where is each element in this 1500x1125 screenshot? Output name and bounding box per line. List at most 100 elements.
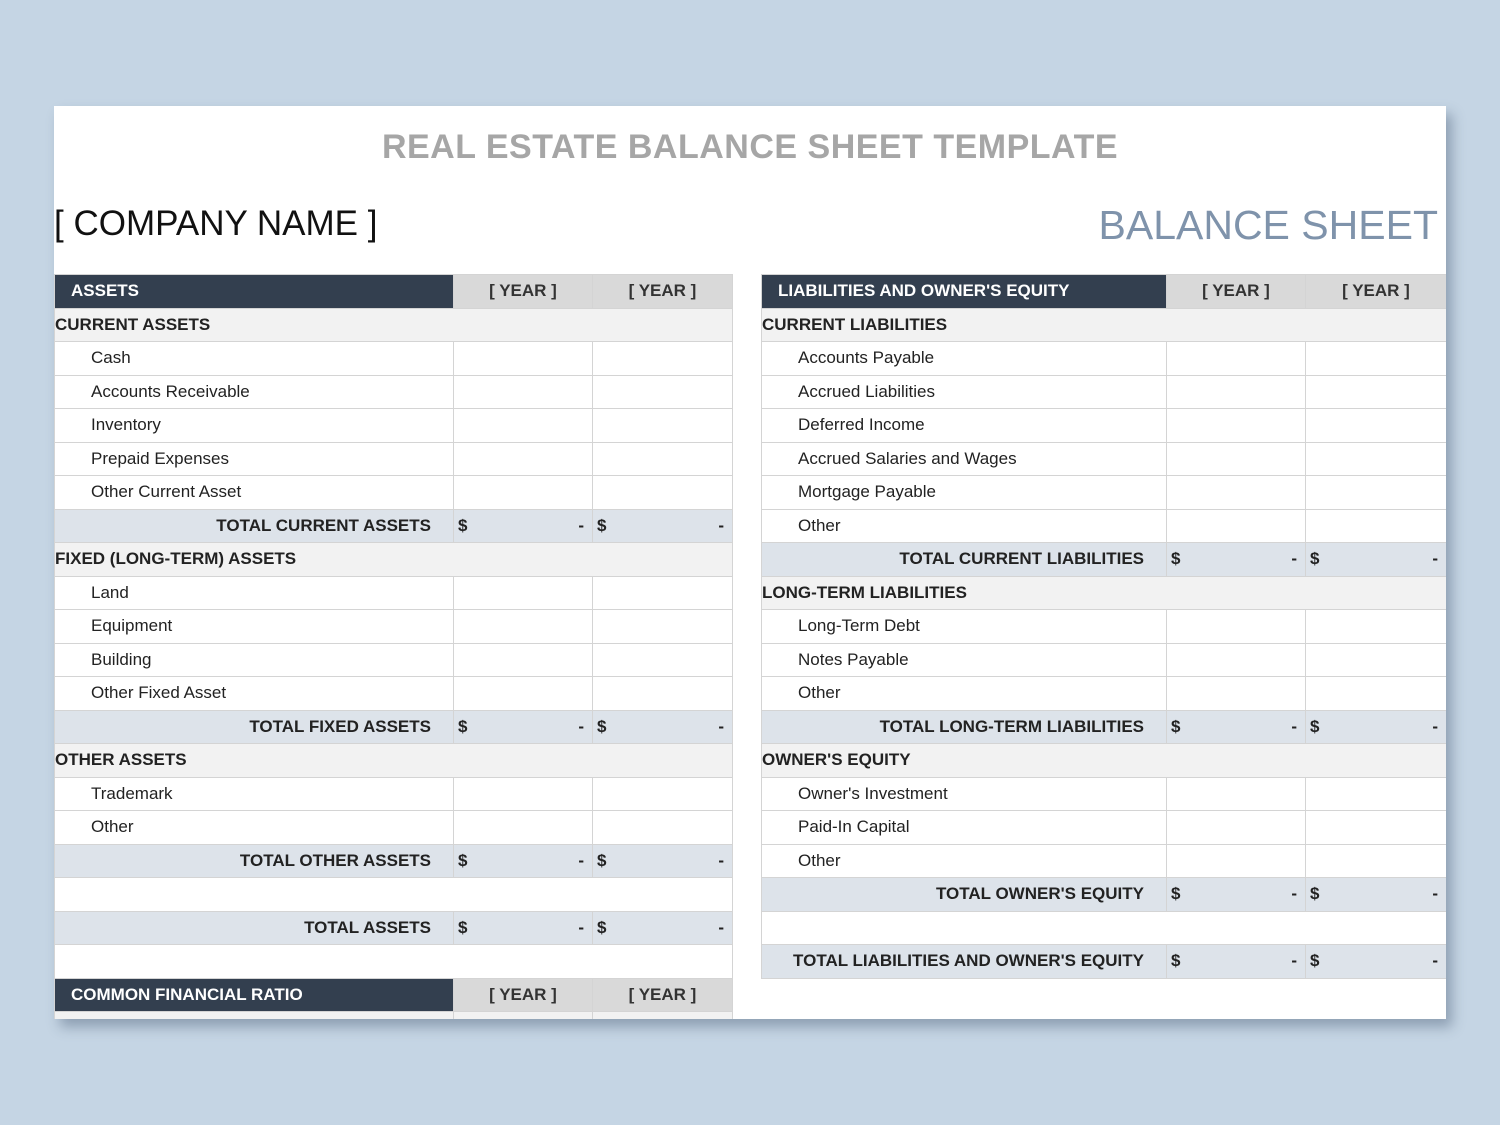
total-value: - bbox=[1291, 549, 1297, 569]
amount-cell[interactable] bbox=[1166, 475, 1306, 510]
currency-symbol: $ bbox=[597, 850, 607, 870]
year-column-header[interactable]: [ YEAR ] bbox=[592, 274, 733, 309]
line-item-row: Other Current Asset bbox=[54, 475, 733, 510]
amount-cell[interactable] bbox=[1166, 609, 1306, 644]
line-item-row: Accounts Payable bbox=[761, 341, 1446, 376]
amount-cell[interactable] bbox=[1305, 776, 1446, 811]
amount-cell[interactable] bbox=[1305, 609, 1446, 644]
line-item-row: Other bbox=[761, 676, 1446, 711]
total-fixed-assets-row: TOTAL FIXED ASSETS $ - $ - bbox=[54, 709, 733, 744]
currency-symbol: $ bbox=[1310, 716, 1320, 736]
year-column-header[interactable]: [ YEAR ] bbox=[453, 274, 593, 309]
amount-cell[interactable] bbox=[453, 441, 593, 476]
line-item-label: Other bbox=[761, 843, 1167, 878]
amount-cell[interactable] bbox=[1166, 408, 1306, 443]
amount-cell[interactable] bbox=[1305, 441, 1446, 476]
year-column-header[interactable]: [ YEAR ] bbox=[1305, 274, 1446, 309]
amount-cell[interactable] bbox=[1305, 843, 1446, 878]
line-item-label: Deferred Income bbox=[761, 408, 1167, 443]
line-item-row: Other bbox=[54, 810, 733, 845]
amount-cell[interactable] bbox=[453, 475, 593, 510]
amount-cell[interactable] bbox=[592, 341, 733, 376]
total-current-liabilities-label: TOTAL CURRENT LIABILITIES bbox=[761, 542, 1167, 577]
spacer-row bbox=[761, 910, 1446, 945]
amount-cell[interactable] bbox=[1166, 810, 1306, 845]
amount-cell[interactable] bbox=[1166, 776, 1306, 811]
amount-cell[interactable] bbox=[592, 609, 733, 644]
company-name[interactable]: [ COMPANY NAME ] bbox=[54, 204, 377, 244]
amount-cell[interactable] bbox=[453, 810, 593, 845]
amount-cell[interactable] bbox=[592, 441, 733, 476]
total-value: - bbox=[578, 515, 584, 535]
total-fixed-assets-label: TOTAL FIXED ASSETS bbox=[54, 709, 454, 744]
amount-cell[interactable] bbox=[592, 374, 733, 409]
currency-symbol: $ bbox=[1171, 716, 1181, 736]
total-value: - bbox=[718, 716, 724, 736]
total-liabilities-and-equity-label: TOTAL LIABILITIES AND OWNER'S EQUITY bbox=[761, 944, 1167, 979]
total-value: - bbox=[1432, 951, 1438, 971]
amount-cell[interactable] bbox=[592, 475, 733, 510]
assets-header-row: ASSETS[ YEAR ][ YEAR ] bbox=[54, 274, 733, 309]
total-liabilities-and-equity-row: TOTAL LIABILITIES AND OWNER'S EQUITY $ - $ - bbox=[761, 944, 1446, 979]
total-value: - bbox=[578, 917, 584, 937]
spacer-row bbox=[54, 877, 733, 912]
amount-cell[interactable] bbox=[1166, 642, 1306, 677]
ratio-cell bbox=[453, 1011, 593, 1019]
amount-cell[interactable] bbox=[1305, 676, 1446, 711]
amount-cell[interactable] bbox=[1166, 341, 1306, 376]
currency-symbol: $ bbox=[1310, 951, 1320, 971]
amount-cell[interactable] bbox=[453, 676, 593, 711]
line-item-row: Notes Payable bbox=[761, 642, 1446, 677]
amount-cell[interactable] bbox=[1305, 642, 1446, 677]
line-item-row: Long-Term Debt bbox=[761, 609, 1446, 644]
amount-cell[interactable] bbox=[453, 609, 593, 644]
amount-cell[interactable] bbox=[1166, 508, 1306, 543]
amount-cell[interactable] bbox=[592, 575, 733, 610]
long-term-liabilities-section-title: LONG-TERM LIABILITIES bbox=[761, 575, 1446, 610]
spreadsheet-page: REAL ESTATE BALANCE SHEET TEMPLATE [ COM… bbox=[54, 106, 1446, 1019]
amount-cell[interactable] bbox=[1166, 843, 1306, 878]
currency-symbol: $ bbox=[1171, 951, 1181, 971]
currency-symbol: $ bbox=[1171, 884, 1181, 904]
amount-cell[interactable] bbox=[453, 341, 593, 376]
amount-cell[interactable] bbox=[1305, 508, 1446, 543]
total-amount-cell: $ - bbox=[1305, 542, 1446, 577]
amount-cell[interactable] bbox=[453, 374, 593, 409]
total-value: - bbox=[1432, 549, 1438, 569]
amount-cell[interactable] bbox=[592, 676, 733, 711]
amount-cell[interactable] bbox=[592, 776, 733, 811]
year-column-header[interactable]: [ YEAR ] bbox=[592, 977, 733, 1012]
spacer-row bbox=[54, 944, 733, 979]
amount-cell[interactable] bbox=[592, 408, 733, 443]
amount-cell[interactable] bbox=[453, 575, 593, 610]
amount-cell[interactable] bbox=[592, 810, 733, 845]
total-amount-cell: $ - bbox=[453, 709, 593, 744]
total-value: - bbox=[578, 716, 584, 736]
liabilities-table: LIABILITIES AND OWNER'S EQUITY[ YEAR ][ … bbox=[761, 274, 1446, 979]
total-value: - bbox=[578, 850, 584, 870]
amount-cell[interactable] bbox=[1305, 408, 1446, 443]
year-column-header[interactable]: [ YEAR ] bbox=[453, 977, 593, 1012]
year-column-header[interactable]: [ YEAR ] bbox=[1166, 274, 1306, 309]
amount-cell[interactable] bbox=[1305, 475, 1446, 510]
amount-cell[interactable] bbox=[1305, 341, 1446, 376]
amount-cell[interactable] bbox=[453, 408, 593, 443]
amount-cell[interactable] bbox=[1166, 374, 1306, 409]
line-item-label: Paid-In Capital bbox=[761, 810, 1167, 845]
line-item-row: Other Fixed Asset bbox=[54, 676, 733, 711]
amount-cell[interactable] bbox=[1305, 374, 1446, 409]
section-header-row: LONG-TERM LIABILITIES bbox=[761, 575, 1446, 610]
amount-cell[interactable] bbox=[1305, 810, 1446, 845]
amount-cell[interactable] bbox=[592, 642, 733, 677]
amount-cell[interactable] bbox=[453, 642, 593, 677]
liabilities-header: LIABILITIES AND OWNER'S EQUITY bbox=[761, 274, 1167, 309]
amount-cell[interactable] bbox=[1166, 441, 1306, 476]
amount-cell[interactable] bbox=[1166, 676, 1306, 711]
line-item-row: Other bbox=[761, 843, 1446, 878]
total-assets-row: TOTAL ASSETS $ - $ - bbox=[54, 910, 733, 945]
total-current-liabilities-row: TOTAL CURRENT LIABILITIES $ - $ - bbox=[761, 542, 1446, 577]
total-amount-cell: $ - bbox=[1166, 877, 1306, 912]
currency-symbol: $ bbox=[458, 515, 468, 535]
amount-cell[interactable] bbox=[453, 776, 593, 811]
line-item-label: Long-Term Debt bbox=[761, 609, 1167, 644]
